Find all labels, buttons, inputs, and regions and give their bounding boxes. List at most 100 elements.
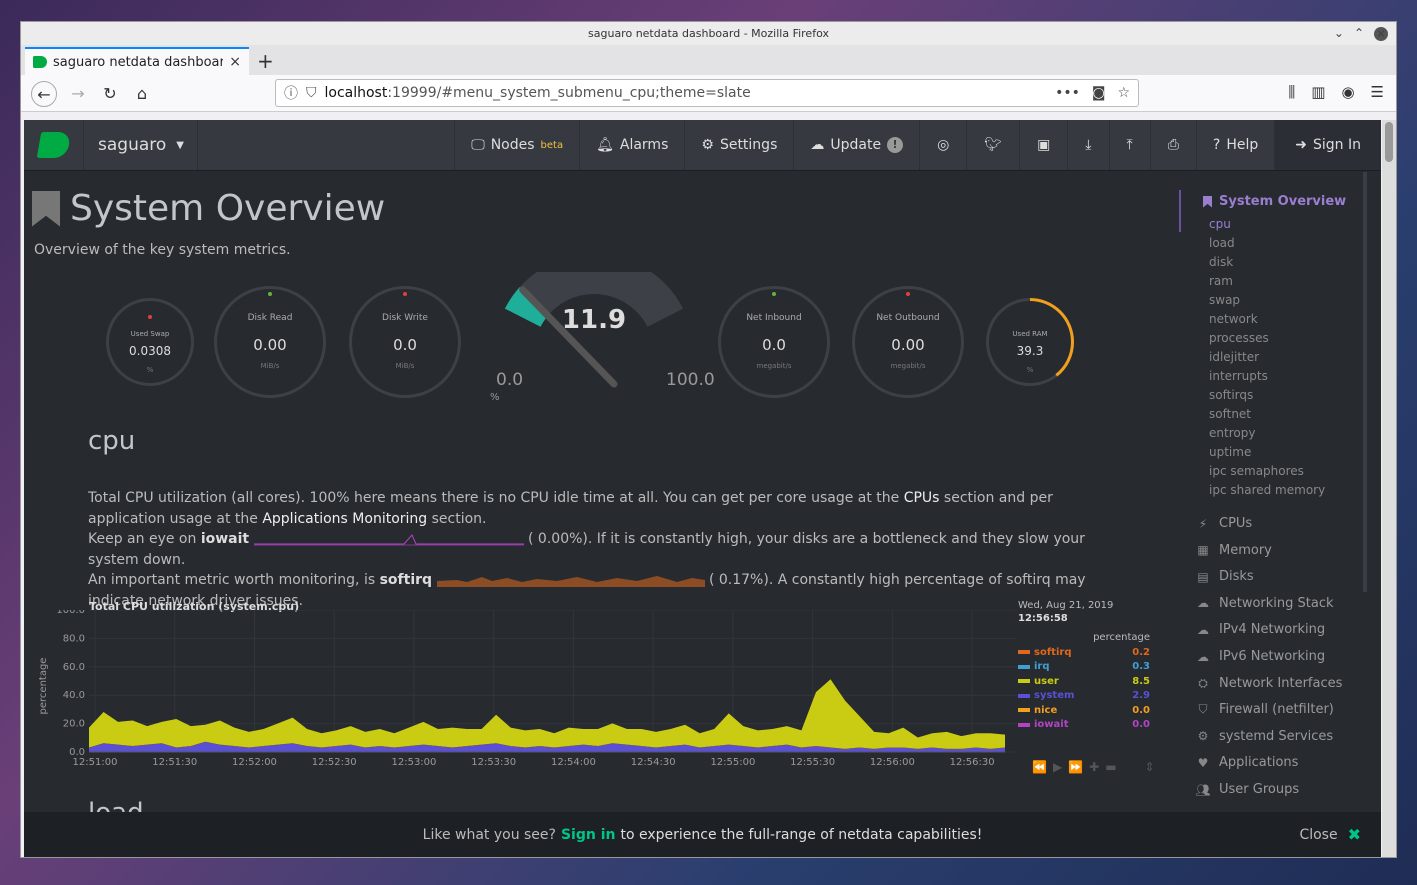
sidebar-item-disks[interactable]: ▤ Disks bbox=[1195, 569, 1253, 584]
sidebar-subitem-interrupts[interactable]: interrupts bbox=[1209, 369, 1268, 383]
new-tab-button[interactable]: + bbox=[257, 49, 274, 73]
users-icon: 👥︎ bbox=[1195, 782, 1211, 797]
sidebar-subitem-swap[interactable]: swap bbox=[1209, 293, 1240, 307]
chart-zoom-out-icon[interactable]: ▬ bbox=[1105, 760, 1116, 774]
update-button[interactable]: ☁ Update ! bbox=[793, 120, 919, 170]
used-ram-gauge[interactable]: Used RAM 39.3 % bbox=[986, 298, 1074, 386]
reload-button[interactable]: ↻ bbox=[97, 81, 123, 107]
sidebar-subitem-idlejitter[interactable]: idlejitter bbox=[1209, 350, 1259, 364]
page-scrollbar[interactable] bbox=[1382, 120, 1396, 857]
sidebar-subitem-cpu[interactable]: cpu bbox=[1209, 217, 1231, 231]
sidebar-subitem-load[interactable]: load bbox=[1209, 236, 1235, 250]
legend-row-system[interactable]: system 2.9 bbox=[1018, 689, 1150, 704]
info-icon[interactable]: ⓘ bbox=[284, 83, 298, 103]
sidebar-toggle-icon[interactable]: ▥ bbox=[1311, 83, 1325, 101]
sidebar-subitem-uptime[interactable]: uptime bbox=[1209, 445, 1251, 459]
sidebar-subitem-ipc-semaphores[interactable]: ipc semaphores bbox=[1209, 464, 1304, 478]
chart-forward-icon[interactable]: ⏩ bbox=[1068, 760, 1083, 774]
sidebar-subitem-softirqs[interactable]: softirqs bbox=[1209, 388, 1253, 402]
sidebar-subitem-entropy[interactable]: entropy bbox=[1209, 426, 1255, 440]
cpu-gauge-max: 100.0 bbox=[666, 370, 715, 390]
upload-button[interactable]: ⤒ bbox=[1108, 120, 1150, 170]
banner-close-button[interactable]: Close ✖ bbox=[1299, 825, 1361, 844]
iowait-sparkline[interactable] bbox=[253, 532, 524, 546]
sidebar-subitem-ram[interactable]: ram bbox=[1209, 274, 1233, 288]
library-icon[interactable]: ⫼ bbox=[1288, 83, 1295, 101]
help-button[interactable]: ? Help bbox=[1195, 120, 1274, 170]
host-selector[interactable]: saguaro ▼ bbox=[84, 120, 198, 170]
bookmark-star-icon[interactable]: ☆ bbox=[1117, 85, 1130, 101]
disk-write-gauge[interactable]: Disk Write 0.0 MiB/s bbox=[349, 286, 461, 398]
sidebar-head-label: System Overview bbox=[1219, 194, 1347, 209]
facebook-button[interactable]: ▣ bbox=[1019, 120, 1067, 170]
sidebar-item-ipv4-networking[interactable]: ☁ IPv4 Networking bbox=[1195, 622, 1325, 637]
sidebar-item-systemd-services[interactable]: ⚙ systemd Services bbox=[1195, 729, 1334, 744]
chart-resize-icon[interactable]: ⇕ bbox=[1145, 760, 1155, 774]
home-button[interactable]: ⌂ bbox=[129, 81, 155, 107]
legend-row-nice[interactable]: nice 0.0 bbox=[1018, 703, 1150, 718]
twitter-button[interactable]: 🐦︎ bbox=[966, 120, 1019, 170]
sidebar-item-applications[interactable]: ♥ Applications bbox=[1195, 755, 1299, 770]
pocket-icon[interactable]: ◙ bbox=[1092, 85, 1106, 101]
tracking-shield-icon[interactable]: ⛉ bbox=[306, 85, 317, 101]
chart-zoom-in-icon[interactable]: ✚ bbox=[1089, 760, 1099, 774]
banner-signin-link[interactable]: Sign in bbox=[561, 827, 616, 843]
sign-in-icon: ➜ bbox=[1295, 137, 1307, 153]
sidebar-item-network-interfaces[interactable]: ⛭ Network Interfaces bbox=[1195, 676, 1342, 691]
chart-play-icon[interactable]: ▶ bbox=[1053, 760, 1062, 774]
nodes-button[interactable]: 🖵 Nodes beta bbox=[454, 120, 579, 170]
page-actions-icon[interactable]: ••• bbox=[1055, 85, 1080, 101]
tab-netdata[interactable]: saguaro netdata dashboard × bbox=[25, 47, 249, 75]
sidebar-item-ipv6-networking[interactable]: ☁ IPv6 Networking bbox=[1195, 649, 1325, 664]
maximize-icon[interactable]: ⌃ bbox=[1354, 22, 1364, 45]
cpu-gauge[interactable]: CPU 11.9 0.0 100.0 % bbox=[484, 272, 715, 412]
applications-link[interactable]: Applications Monitoring bbox=[262, 511, 427, 527]
sidebar-subitem-network[interactable]: network bbox=[1209, 312, 1258, 326]
sidebar-subitem-softnet[interactable]: softnet bbox=[1209, 407, 1251, 421]
sidebar-item-firewall-netfilter[interactable]: ⛉ Firewall (netfilter) bbox=[1195, 702, 1333, 717]
softirq-sparkline[interactable] bbox=[436, 573, 705, 587]
alarms-button[interactable]: 🔔︎ Alarms bbox=[579, 120, 684, 170]
print-button[interactable]: ⎙ bbox=[1149, 120, 1196, 170]
legend-series-value: 0.3 bbox=[1132, 661, 1150, 673]
legend-row-softirq[interactable]: softirq 0.2 bbox=[1018, 645, 1150, 660]
sidebar-subitem-processes[interactable]: processes bbox=[1209, 331, 1269, 345]
net-inbound-gauge[interactable]: Net Inbound 0.0 megabit/s bbox=[718, 286, 830, 398]
sidebar-item-cpus[interactable]: ⚡ CPUs bbox=[1195, 516, 1252, 531]
legend-row-iowait[interactable]: iowait 0.0 bbox=[1018, 718, 1150, 733]
hamburger-menu-icon[interactable]: ☰ bbox=[1371, 83, 1384, 101]
download-button[interactable]: ⤓ bbox=[1067, 120, 1108, 170]
forward-button[interactable]: → bbox=[65, 81, 91, 107]
legend-unit: percentage bbox=[1093, 632, 1150, 643]
sidebar-item-system-overview[interactable]: System Overview bbox=[1203, 194, 1346, 209]
tab-close-icon[interactable]: × bbox=[229, 54, 241, 70]
x-tick-label: 12:56:30 bbox=[950, 757, 995, 768]
sidebar-item-networking-stack[interactable]: ☁ Networking Stack bbox=[1195, 596, 1334, 611]
sidebar-scrollbar[interactable] bbox=[1363, 172, 1367, 592]
settings-button[interactable]: ⚙ Settings bbox=[684, 120, 793, 170]
cpu-utilization-chart[interactable]: 100.080.060.040.020.00.012:51:00 12:51:30… bbox=[32, 610, 1017, 780]
gauge-label: Disk Write bbox=[382, 313, 428, 323]
minimize-icon[interactable]: ⌄ bbox=[1334, 22, 1344, 45]
url-bar[interactable]: ⓘ ⛉ localhost:19999/#menu_system_submenu… bbox=[275, 79, 1139, 107]
gauge-value: 0.0308 bbox=[129, 344, 171, 358]
legend-row-irq[interactable]: irq 0.3 bbox=[1018, 660, 1150, 675]
cpus-link[interactable]: CPUs bbox=[904, 490, 940, 506]
chart-back-icon[interactable]: ⏪ bbox=[1032, 760, 1047, 774]
question-circle-icon: ? bbox=[1212, 137, 1221, 153]
back-button[interactable]: ← bbox=[31, 81, 57, 107]
netdata-logo[interactable] bbox=[24, 120, 84, 170]
disk-read-gauge[interactable]: Disk Read 0.00 MiB/s bbox=[214, 286, 326, 398]
close-window-icon[interactable]: ✕ bbox=[1374, 26, 1388, 41]
scrollbar-thumb[interactable] bbox=[1385, 122, 1393, 162]
net-outbound-gauge[interactable]: Net Outbound 0.00 megabit/s bbox=[852, 286, 964, 398]
github-button[interactable]: ◎ bbox=[919, 120, 966, 170]
used-swap-gauge[interactable]: Used Swap 0.0308 % bbox=[106, 298, 194, 386]
sign-in-button[interactable]: ➜ Sign In bbox=[1274, 120, 1381, 170]
sidebar-subitem-disk[interactable]: disk bbox=[1209, 255, 1233, 269]
account-icon[interactable]: ◉ bbox=[1341, 83, 1354, 101]
sidebar-item-user-groups[interactable]: 👥︎ User Groups bbox=[1195, 782, 1299, 797]
legend-row-user[interactable]: user 8.5 bbox=[1018, 674, 1150, 689]
sidebar-subitem-ipc-shared-memory[interactable]: ipc shared memory bbox=[1209, 483, 1325, 497]
sidebar-item-memory[interactable]: ▦ Memory bbox=[1195, 543, 1272, 558]
